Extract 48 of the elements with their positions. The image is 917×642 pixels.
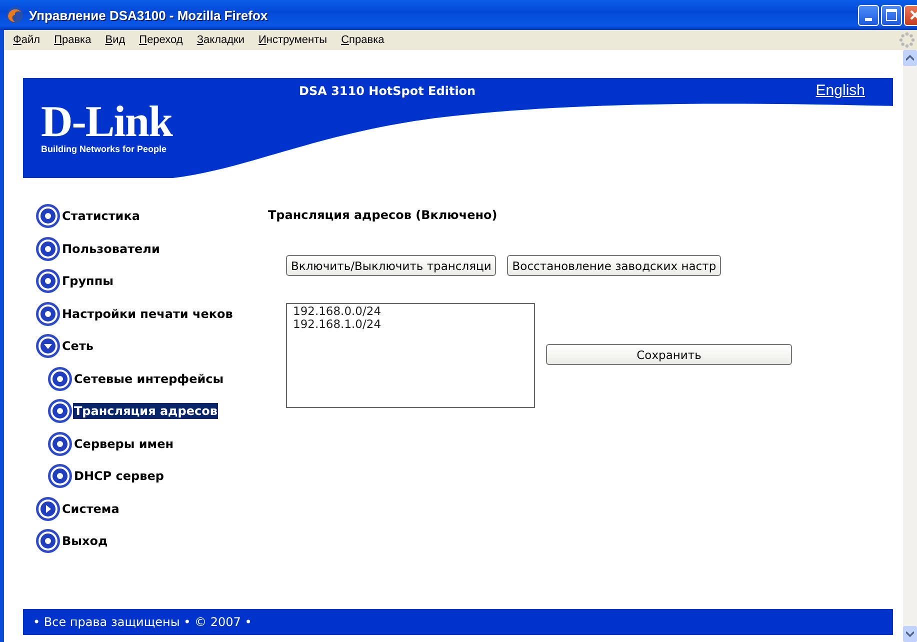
menu-item[interactable]: Файл [6,34,48,46]
sidebar-item[interactable]: Пользователи [61,240,161,257]
sidebar-item[interactable]: Сетевые интерфейсы [73,370,225,387]
bullet-icon [35,236,61,262]
sidebar-item[interactable]: DHCP сервер [73,468,165,484]
menu-item[interactable]: Справка [334,34,392,46]
bullet-icon [35,528,61,554]
bullet-icon [47,398,73,424]
browser-icon [6,6,24,24]
menu-item[interactable]: Инструменты [251,34,334,46]
bullet-icon [35,268,61,294]
sidebar-item[interactable]: Серверы имен [73,436,175,452]
product-name: DSA 3110 HotSpot Edition [299,84,476,98]
reset-button[interactable]: Восстановление заводских настр [507,255,722,276]
toggle-button[interactable]: Включить/Выключить трансляци [286,255,496,276]
sidebar-item[interactable]: Настройки печати чеков [61,306,234,322]
bullet-icon [47,430,73,457]
sidebar-item[interactable]: Выход [61,533,109,550]
list-option[interactable]: 192.168.1.0/24 [293,318,528,331]
sidebar-item[interactable]: Статистика [61,208,141,224]
bullet-icon [35,203,61,230]
scrollbar[interactable] [903,50,917,642]
sidebar-item[interactable]: Трансляция адресов [73,403,218,420]
list-option[interactable]: 192.168.0.0/24 [293,305,528,318]
bullet-icon [35,300,61,327]
menu-item[interactable]: Переход [132,34,190,46]
bullet-icon [47,463,73,490]
language-link[interactable]: English [816,82,865,99]
network-list[interactable]: 192.168.0.0/24 192.168.1.0/24 [286,303,535,408]
section-title: Трансляция адресов (Включено) [268,208,498,222]
throbber-icon [899,32,915,48]
menu-item[interactable]: Закладки [190,34,252,46]
logo-tagline: Building Networks for People [41,144,168,154]
sidebar-item[interactable]: Сеть [61,338,94,354]
scroll-up-button[interactable] [903,50,917,66]
window-title: Управление DSA3100 - Mozilla Firefox [29,8,269,22]
save-button[interactable]: Сохранить [546,344,792,365]
sidebar-item[interactable]: Система [61,500,120,517]
bullet-icon [47,366,73,392]
maximize-button[interactable] [881,4,902,26]
scroll-down-button[interactable] [903,626,917,642]
close-icon [910,10,917,20]
minimize-button[interactable] [858,4,879,26]
logo-text: D-Link [41,102,172,142]
menu-item[interactable]: Вид [98,34,132,46]
menu-item[interactable]: Правка [47,34,98,46]
copyright-text: • Все права защищены • © 2007 • [32,615,252,629]
sidebar-item[interactable]: Группы [61,273,114,290]
